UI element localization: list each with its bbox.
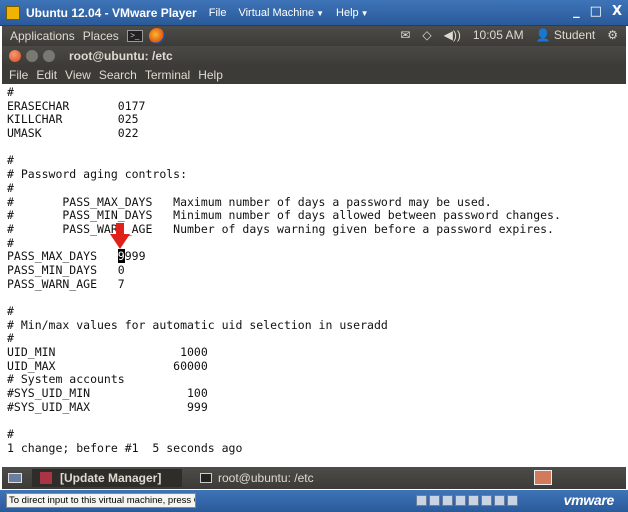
terminal-line: # xyxy=(7,331,14,346)
terminal-text: # ERASECHAR 0177 KILLCHAR 025 UMASK 022 … xyxy=(7,85,561,456)
applications-menu[interactable]: Applications xyxy=(10,29,75,43)
usb-icon[interactable] xyxy=(468,495,479,506)
terminal-body[interactable]: # ERASECHAR 0177 KILLCHAR 025 UMASK 022 … xyxy=(2,84,626,464)
gear-icon[interactable]: ⚙ xyxy=(607,28,618,42)
terminal-line: # Password aging controls: xyxy=(7,167,188,182)
ubuntu-top-panel: Applications Places >_ ✉ ◇ ◀)) 10:05 AM … xyxy=(2,26,626,46)
taskbar-item-label: [Update Manager] xyxy=(60,471,162,485)
terminal-launcher-icon[interactable]: >_ xyxy=(126,30,143,42)
terminal-line: KILLCHAR 025 xyxy=(7,112,139,127)
user-menu[interactable]: 👤 Student xyxy=(536,28,596,42)
chevron-down-icon: ▼ xyxy=(360,8,369,18)
chevron-down-icon: ▼ xyxy=(316,8,325,18)
terminal-line: # PASS_MIN_DAYS Minimum number of days a… xyxy=(7,208,561,223)
places-menu[interactable]: Places xyxy=(83,29,119,43)
vmware-titlebar: Ubuntu 12.04 - VMware Player File Virtua… xyxy=(0,0,628,26)
vmware-menu-help[interactable]: Help ▼ xyxy=(336,7,369,19)
terminal-icon xyxy=(200,473,212,483)
status-hint: To direct input to this virtual machine,… xyxy=(6,493,196,508)
sound-icon[interactable] xyxy=(481,495,492,506)
update-manager-icon xyxy=(40,472,52,484)
maximize-button[interactable]: □ xyxy=(590,4,602,19)
cd-drive-icon[interactable] xyxy=(429,495,440,506)
terminal-line-value: 999 xyxy=(124,249,146,264)
vmware-menu-help-label: Help xyxy=(336,6,359,19)
vmware-menu-vm-label: Virtual Machine xyxy=(238,6,315,19)
terminal-line: # PASS_WARN_AGE Number of days warning g… xyxy=(7,221,554,236)
vmware-logo-icon xyxy=(6,5,20,20)
hard-disk-icon[interactable] xyxy=(416,495,427,506)
terminal-line: # Min/max values for automatic uid selec… xyxy=(7,317,388,332)
menu-search[interactable]: Search xyxy=(99,68,137,82)
terminal-line: # xyxy=(7,235,14,250)
user-icon: 👤 xyxy=(535,28,551,42)
maximize-icon[interactable] xyxy=(43,50,55,62)
terminal-line: #SYS_UID_MAX 999 xyxy=(7,399,208,414)
terminal-line: # PASS_MAX_DAYS Maximum number of days a… xyxy=(7,194,492,209)
menu-view[interactable]: View xyxy=(65,68,91,82)
terminal-line: # xyxy=(7,304,14,318)
user-name: Student xyxy=(553,28,596,42)
vmware-menu-file[interactable]: File xyxy=(209,7,227,19)
network-adapter-icon[interactable] xyxy=(455,495,466,506)
terminal-window-title: root@ubuntu: /etc xyxy=(69,49,173,63)
volume-icon[interactable]: ◀)) xyxy=(444,28,461,42)
minimize-button[interactable]: _ xyxy=(573,4,580,19)
close-icon[interactable] xyxy=(9,50,21,62)
floppy-icon[interactable] xyxy=(442,495,453,506)
vmware-brand-logo: vmware xyxy=(563,492,615,508)
panel-indicators: ✉ ◇ ◀)) 10:05 AM 👤 Student ⚙ xyxy=(400,28,618,42)
ubuntu-bottom-panel: [Update Manager] root@ubuntu: /etc xyxy=(2,467,626,489)
terminal-line: PASS_MIN_DAYS 0 xyxy=(7,262,125,277)
display-icon[interactable] xyxy=(507,495,518,506)
clock[interactable]: 10:05 AM xyxy=(473,28,524,42)
taskbar-item-terminal[interactable]: root@ubuntu: /etc xyxy=(192,469,322,487)
terminal-line: # xyxy=(7,153,14,168)
terminal-line: UID_MAX 60000 xyxy=(7,358,208,373)
terminal-line: UMASK 022 xyxy=(7,126,139,141)
vmware-statusbar: To direct input to this virtual machine,… xyxy=(0,490,628,512)
terminal-line-prefix: PASS_MAX_DAYS xyxy=(7,249,118,264)
terminal-status-line: 1 change; before #1 5 seconds ago xyxy=(7,440,243,455)
terminal-line: # xyxy=(7,180,14,195)
terminal-line: # xyxy=(7,427,14,442)
vmware-menu-file-label: File xyxy=(208,6,227,19)
close-button[interactable]: X xyxy=(612,4,622,19)
terminal-titlebar: root@ubuntu: /etc xyxy=(2,46,626,66)
terminal-line: UID_MIN 1000 xyxy=(7,345,208,360)
window-controls: _ □ X xyxy=(573,4,622,19)
taskbar-item-update-manager[interactable]: [Update Manager] xyxy=(32,469,182,487)
device-icons xyxy=(416,495,518,506)
menu-file[interactable]: File xyxy=(9,68,28,82)
mail-icon[interactable]: ✉ xyxy=(400,28,410,42)
terminal-line-pass-max-days: PASS_MAX_DAYS 9999 xyxy=(7,249,561,264)
menu-edit[interactable]: Edit xyxy=(36,68,57,82)
taskbar-item-label: root@ubuntu: /etc xyxy=(218,471,314,485)
printer-icon[interactable] xyxy=(494,495,505,506)
terminal-menubar: File Edit View Search Terminal Help xyxy=(2,66,626,84)
show-desktop-icon[interactable] xyxy=(8,473,22,483)
vmware-window-title: Ubuntu 12.04 - VMware Player xyxy=(26,5,197,20)
terminal-line: #SYS_UID_MIN 100 xyxy=(7,386,208,401)
terminal-line: # System accounts xyxy=(7,372,125,387)
network-icon[interactable]: ◇ xyxy=(422,28,431,42)
red-arrow-icon xyxy=(110,223,130,249)
text-cursor: 9 xyxy=(117,249,125,264)
menu-terminal[interactable]: Terminal xyxy=(145,68,190,82)
menu-help[interactable]: Help xyxy=(198,68,223,82)
minimize-icon[interactable] xyxy=(26,50,38,62)
workspace-switcher[interactable] xyxy=(534,470,552,485)
terminal-line: ERASECHAR 0177 xyxy=(7,98,146,113)
vmware-menu-virtual-machine[interactable]: Virtual Machine ▼ xyxy=(238,7,324,19)
terminal-line: # xyxy=(7,85,14,99)
firefox-launcher-icon[interactable] xyxy=(148,28,165,44)
terminal-line: PASS_WARN_AGE 7 xyxy=(7,276,125,291)
